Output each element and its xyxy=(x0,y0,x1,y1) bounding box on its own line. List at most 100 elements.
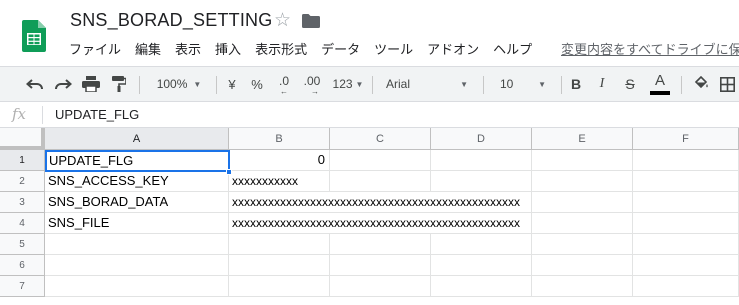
increase-decimal-label: .00 xyxy=(303,74,321,88)
cell-d6[interactable] xyxy=(431,255,532,276)
cell-d7[interactable] xyxy=(431,276,532,297)
cell-c1[interactable] xyxy=(330,150,431,171)
cell-e5[interactable] xyxy=(532,234,633,255)
fx-icon: fx xyxy=(12,105,27,123)
app-logo[interactable] xyxy=(22,20,46,52)
italic-button[interactable]: I xyxy=(592,67,612,101)
cell-a2[interactable]: SNS_ACCESS_KEY xyxy=(45,171,229,192)
toolbar-divider xyxy=(681,76,682,94)
cell-c5[interactable] xyxy=(330,234,431,255)
row-header-3[interactable]: 3 xyxy=(0,192,45,213)
print-icon[interactable] xyxy=(78,67,104,101)
menu-tools[interactable]: ツール xyxy=(367,40,420,60)
zoom-select[interactable]: 100% ▼ xyxy=(148,67,210,101)
cell-d5[interactable] xyxy=(431,234,532,255)
cell-a7[interactable] xyxy=(45,276,229,297)
font-family-select[interactable]: Arial ▼ xyxy=(378,67,476,101)
text-color-label: A xyxy=(654,71,665,89)
cell-b2[interactable]: xxxxxxxxxxx xyxy=(229,171,330,192)
borders-icon[interactable] xyxy=(716,67,738,101)
cell-f3[interactable] xyxy=(633,192,739,213)
cell-f5[interactable] xyxy=(633,234,739,255)
menu-format[interactable]: 表示形式 xyxy=(248,40,314,60)
cell-d1[interactable] xyxy=(431,150,532,171)
row-header-2[interactable]: 2 xyxy=(0,171,45,192)
menu-insert[interactable]: 挿入 xyxy=(208,40,248,60)
cell-b1[interactable]: 0 xyxy=(229,150,330,171)
cell-b4[interactable]: xxxxxxxxxxxxxxxxxxxxxxxxxxxxxxxxxxxxxxxx… xyxy=(229,213,532,234)
increase-decimal-button[interactable]: .00 → xyxy=(299,67,325,101)
column-header-d[interactable]: D xyxy=(431,128,532,150)
menu-edit[interactable]: 編集 xyxy=(128,40,168,60)
decrease-decimal-label: .0 xyxy=(278,74,289,88)
row-header-7[interactable]: 7 xyxy=(0,276,45,297)
cell-e3[interactable] xyxy=(532,192,633,213)
cell-d2[interactable] xyxy=(431,171,532,192)
column-header-f[interactable]: F xyxy=(633,128,739,150)
row-header-1[interactable]: 1 xyxy=(0,150,45,171)
cell-a6[interactable] xyxy=(45,255,229,276)
cell-b3[interactable]: xxxxxxxxxxxxxxxxxxxxxxxxxxxxxxxxxxxxxxxx… xyxy=(229,192,532,213)
select-all-corner[interactable] xyxy=(0,128,45,150)
document-title[interactable]: SNS_BORAD_SETTING xyxy=(70,10,272,31)
menu-data[interactable]: データ xyxy=(314,40,367,60)
menu-addons[interactable]: アドオン xyxy=(420,40,486,60)
strikethrough-button[interactable]: S xyxy=(620,67,640,101)
cell-e2[interactable] xyxy=(532,171,633,192)
menu-view[interactable]: 表示 xyxy=(168,40,208,60)
cell-f6[interactable] xyxy=(633,255,739,276)
cell-f2[interactable] xyxy=(633,171,739,192)
cell-a5[interactable] xyxy=(45,234,229,255)
chevron-down-icon: ▼ xyxy=(538,79,546,89)
cell-b5[interactable] xyxy=(229,234,330,255)
chevron-down-icon: ▼ xyxy=(355,79,364,89)
toolbar-divider xyxy=(372,76,373,94)
cell-e4[interactable] xyxy=(532,213,633,234)
formula-input[interactable]: UPDATE_FLG xyxy=(55,107,139,122)
save-status-link[interactable]: 変更内容をすべてドライブに保 xyxy=(561,40,739,60)
row-header-6[interactable]: 6 xyxy=(0,255,45,276)
currency-format-button[interactable]: ¥ xyxy=(222,67,242,101)
cell-a1[interactable]: UPDATE_FLG xyxy=(45,150,230,172)
cell-f4[interactable] xyxy=(633,213,739,234)
row-header-5[interactable]: 5 xyxy=(0,234,45,255)
row-header-4[interactable]: 4 xyxy=(0,213,45,234)
fill-color-icon[interactable] xyxy=(690,67,712,101)
cell-c2[interactable] xyxy=(330,171,431,192)
cell-a4[interactable]: SNS_FILE xyxy=(45,213,229,234)
google-sheets-logo-icon xyxy=(22,20,46,52)
text-color-button[interactable]: A xyxy=(648,67,672,101)
cell-b7[interactable] xyxy=(229,276,330,297)
folder-icon[interactable] xyxy=(302,14,320,28)
column-header-a[interactable]: A xyxy=(45,128,229,150)
zoom-value: 100% xyxy=(156,77,188,91)
spreadsheet-grid: A B C D E F 1 2 3 4 5 6 7 UPDATE_FLG 0 S… xyxy=(0,128,739,305)
cell-a3[interactable]: SNS_BORAD_DATA xyxy=(45,192,229,213)
percent-format-button[interactable]: % xyxy=(247,67,267,101)
column-header-e[interactable]: E xyxy=(532,128,633,150)
font-size-select[interactable]: 10 ▼ xyxy=(490,67,556,101)
cell-f7[interactable] xyxy=(633,276,739,297)
menu-file[interactable]: ファイル xyxy=(62,40,128,60)
column-header-b[interactable]: B xyxy=(229,128,330,150)
toolbar-divider xyxy=(483,76,484,94)
cell-e7[interactable] xyxy=(532,276,633,297)
star-icon[interactable]: ☆ xyxy=(274,11,291,30)
cell-e6[interactable] xyxy=(532,255,633,276)
menu-help[interactable]: ヘルプ xyxy=(486,40,539,60)
fill-handle[interactable] xyxy=(226,169,232,175)
bold-button[interactable]: B xyxy=(566,67,586,101)
menu-bar: ファイル 編集 表示 挿入 表示形式 データ ツール アドオン ヘルプ xyxy=(62,40,539,60)
redo-icon[interactable] xyxy=(50,67,76,101)
decrease-decimal-button[interactable]: .0 ← xyxy=(272,67,296,101)
cell-b6[interactable] xyxy=(229,255,330,276)
undo-icon[interactable] xyxy=(22,67,48,101)
arrow-right-icon: → xyxy=(311,87,319,96)
cell-c6[interactable] xyxy=(330,255,431,276)
column-header-c[interactable]: C xyxy=(330,128,431,150)
number-format-select[interactable]: 123 ▼ xyxy=(328,67,368,101)
cell-c7[interactable] xyxy=(330,276,431,297)
cell-f1[interactable] xyxy=(633,150,739,171)
cell-e1[interactable] xyxy=(532,150,633,171)
paint-format-icon[interactable] xyxy=(106,67,132,101)
